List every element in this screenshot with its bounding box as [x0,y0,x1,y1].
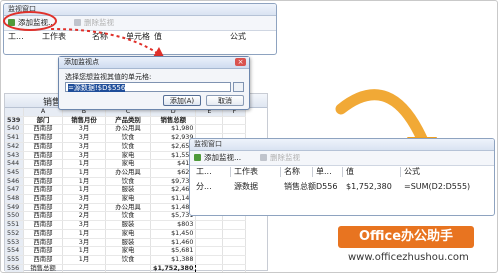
cell[interactable]: $1,388 [150,255,197,265]
cell[interactable]: 家电 [105,194,151,204]
cell[interactable] [222,238,247,248]
cell[interactable]: 办公用具 [105,168,151,178]
cancel-button[interactable]: 取消 [206,95,244,106]
cell[interactable] [195,238,224,248]
column-separator [230,167,231,177]
cell[interactable]: 西南部 [23,229,63,239]
close-icon[interactable]: × [235,58,246,66]
cell[interactable] [222,229,247,239]
add-watch-button[interactable]: 添加监视... [204,153,241,163]
cell[interactable]: 1月 [62,229,106,239]
cell[interactable]: 3月 [62,142,106,152]
watch-cell: D556 [316,182,338,191]
cell[interactable]: 饮食 [105,142,151,152]
row-number[interactable]: 552 [5,229,24,239]
row-number[interactable]: 555 [5,255,24,265]
cell[interactable] [195,116,224,126]
col-sheet[interactable]: 工作表 [234,166,258,178]
bottom-watch-toolbar: 添加监视... 删除监视 [190,151,494,166]
col-letter-a[interactable]: A [23,107,63,117]
col-cell[interactable]: 单... [316,166,332,178]
watch-name: 销售总额 [284,182,316,191]
sum-row: 556 销售总额 $1,752,380 [5,263,247,272]
cell[interactable] [195,229,224,239]
col-value[interactable]: 值 [346,166,354,178]
add-watch-icon [194,154,201,161]
col-formula[interactable]: 公式 [404,166,420,178]
screenshot-frame: 监视窗口 添加监视... 删除监视 工... 工作表 名称 单元格 值 公式 销… [0,0,498,273]
cell[interactable]: 饮食 [105,133,151,143]
dialog-title: 添加监视点 [59,57,249,69]
row-number[interactable]: 548 [5,194,24,204]
cell[interactable]: 西南部 [23,255,63,265]
cell[interactable]: $1,450 [150,229,197,239]
cell[interactable] [195,220,224,230]
row-number[interactable]: 545 [5,168,24,178]
watermark-url: www.officezhushou.com [348,252,469,263]
add-watch-dialog: 添加监视点 × 选择您想监视其值的单元格: =源数据!$D$556 添加(A) … [58,56,250,110]
cell[interactable] [195,246,224,256]
col-name[interactable]: 名称 [284,166,300,178]
cell[interactable]: 家电 [105,229,151,239]
delete-watch-button[interactable]: 删除监视 [270,153,300,163]
bottom-watch-window: 监视窗口 添加监视... 删除监视 工... 工作表 名称 单... 值 公式 … [189,138,495,216]
column-separator [280,167,281,177]
watch-sheet: 源数据 [234,182,258,191]
table-row: 552 西南部 1月 家电 $1,450 [5,229,247,239]
cell[interactable] [222,220,247,230]
dialog-prompt: 选择您想监视其值的单元格: [65,73,152,81]
cell[interactable] [222,264,247,272]
cell[interactable]: 西南部 [23,133,63,143]
cell[interactable] [222,255,247,265]
cell[interactable]: 3月 [62,194,106,204]
col-formula[interactable]: 公式 [230,31,246,43]
add-button[interactable]: 添加(A) [163,95,201,106]
reference-input[interactable]: =源数据!$D$556 [65,82,231,92]
col-workbook[interactable]: 工... [8,31,24,43]
watch-formula: =SUM(D2:D555) [404,182,471,191]
cell[interactable] [195,255,224,265]
cell[interactable] [105,264,151,272]
column-separator [312,167,313,177]
cell[interactable] [195,124,224,135]
sum-label[interactable]: 销售总额 [23,264,63,272]
cell[interactable]: 1月 [62,255,106,265]
cell[interactable] [62,264,106,272]
cell[interactable] [222,246,247,256]
cell[interactable]: 3月 [62,133,106,143]
cell[interactable] [222,116,247,126]
watch-row[interactable]: 分... 源数据 销售总额 D556 $1,752,380 =SUM(D2:D5… [190,181,494,193]
row-number[interactable]: 542 [5,142,24,152]
cell[interactable]: 饮食 [105,255,151,265]
corner-cell[interactable] [5,108,24,117]
reference-value: =源数据!$D$556 [68,84,126,92]
sum-value-cell[interactable]: $1,752,380 [149,263,197,272]
cell[interactable]: 西南部 [23,168,63,178]
cell[interactable]: 西南部 [23,142,63,152]
watch-book: 分... [196,182,212,191]
col-workbook[interactable]: 工... [196,166,212,178]
bottom-watch-window-title: 监视窗口 [190,139,494,151]
watermark-brand: Office办公助手 [338,226,474,248]
cell[interactable] [222,124,247,135]
delete-watch-icon [260,154,267,161]
cell[interactable]: 西南部 [23,194,63,204]
column-separator [342,167,343,177]
table-row: 555 西南部 1月 饮食 $1,388 [5,255,247,265]
collapse-dialog-icon[interactable] [233,82,244,92]
column-separator [400,167,401,177]
cell[interactable]: 1月 [62,168,106,178]
row-number[interactable]: 556 [5,264,24,272]
watch-value: $1,752,380 [346,182,392,191]
cell[interactable] [195,264,224,272]
row-number[interactable]: 541 [5,133,24,143]
